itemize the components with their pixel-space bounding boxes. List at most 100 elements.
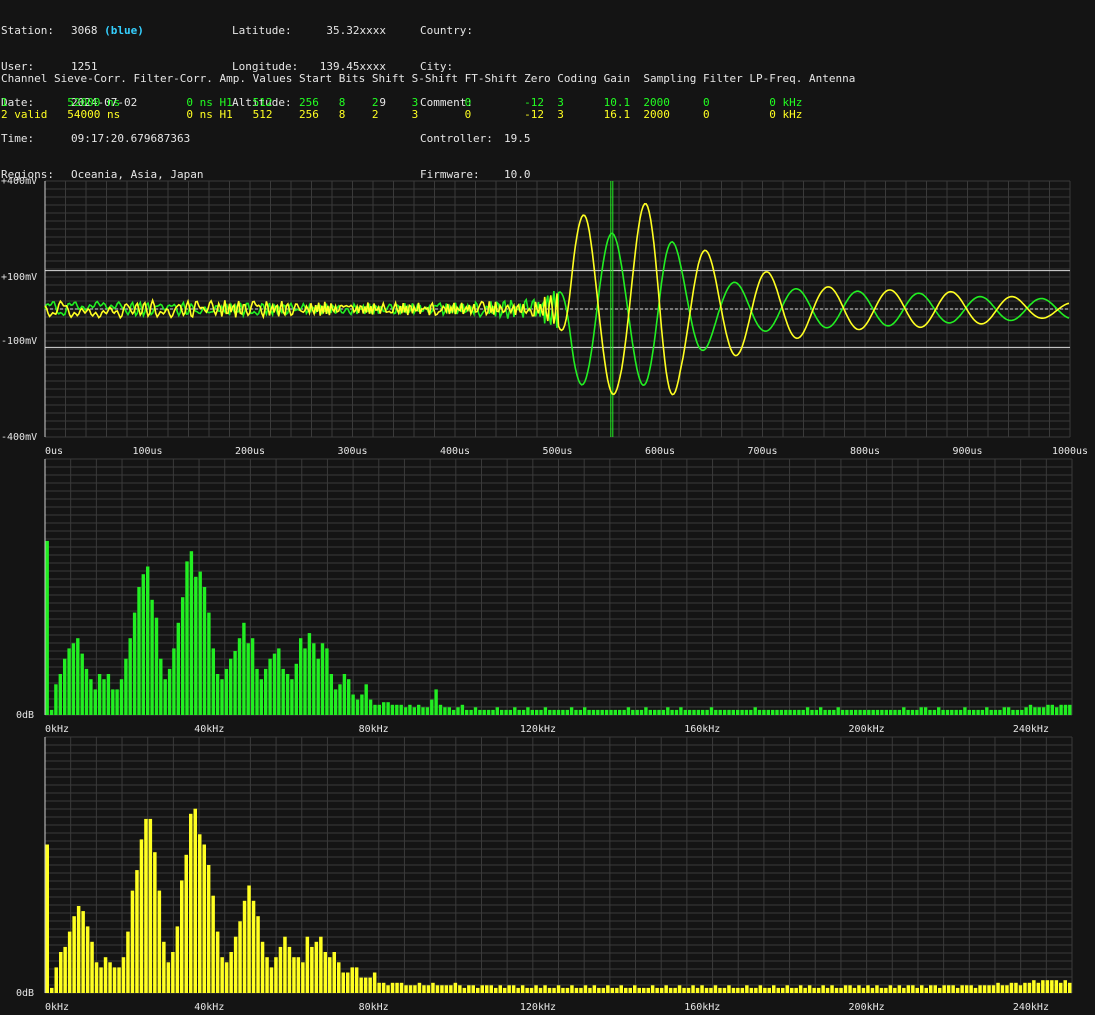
spectrum-2-bar — [287, 946, 292, 993]
spectrum-1-bar — [875, 709, 880, 715]
spectrum-2-bar — [202, 844, 206, 993]
spectrum-2-bar — [740, 987, 745, 993]
spectrum-1-bar — [980, 709, 985, 715]
spectrum-1-bar — [198, 571, 202, 715]
spectrum-1-x-tick-label: 80kHz — [359, 724, 389, 735]
spectrum-1-bar — [958, 709, 963, 715]
spectrum-1-bar — [1002, 707, 1006, 715]
spectrum-1-x-tick-label: 240kHz — [1013, 724, 1049, 735]
spectrum-1-bar — [810, 709, 814, 715]
spectrum-1-bar — [548, 709, 552, 715]
spectrum-2-bar — [556, 985, 561, 993]
wave-x-tick-label: 200us — [235, 446, 265, 457]
spectrum-1-bar — [718, 709, 722, 715]
spectrum-1-bar — [63, 658, 67, 715]
spectrum-1-bar — [972, 709, 976, 715]
spectrum-1-bar — [425, 707, 430, 715]
spectrum-1-bar — [513, 707, 517, 715]
spectrum-2-bar — [377, 982, 381, 993]
spectrum-1-bar — [207, 612, 211, 715]
spectrum-1-bar — [1063, 704, 1068, 715]
spectrum-2-bar — [938, 987, 942, 993]
spectrum-2-bar — [485, 985, 489, 993]
spectrum-1-bar — [661, 709, 666, 715]
spectrum-2-bar — [99, 967, 103, 993]
spectrum-1-bar — [316, 658, 320, 715]
spectrum-1-bar — [709, 707, 714, 715]
spectrum-2-bar — [381, 982, 386, 993]
spectrum-1-bar — [543, 707, 548, 715]
spectrum-1-bar — [430, 699, 434, 715]
spectrum-2-bar — [574, 987, 579, 993]
spectrum-1-bar — [836, 707, 840, 715]
spectrum-1-bar — [264, 668, 268, 715]
spectrum-2-bar — [489, 985, 493, 993]
wave-y-tick-label: -100mV — [1, 336, 37, 347]
spectrum-1-bar — [128, 638, 132, 715]
spectrum-2-bar — [727, 985, 731, 993]
spectrum-2-bar — [637, 987, 641, 993]
spectrum-2-bar — [852, 987, 857, 993]
spectrum-1-bar — [80, 653, 84, 715]
spectrum-2-bar — [363, 977, 368, 993]
spectrum-1-bar — [355, 699, 360, 715]
spectrum-2-bar — [601, 987, 606, 993]
spectrum-1-bar — [508, 709, 513, 715]
spectrum-2-bar — [718, 987, 722, 993]
spectrum-2-bar — [189, 813, 193, 993]
spectrum-1-bar — [779, 709, 784, 715]
spectrum-1-bar — [395, 704, 399, 715]
spectrum-2-bar — [121, 957, 126, 993]
spectrum-2-bar — [175, 926, 180, 993]
spectrum-2-bar — [781, 987, 785, 993]
spectrum-2-bar — [422, 985, 426, 993]
spectrum-2-bar — [494, 987, 498, 993]
spectrum-1-bar — [333, 689, 338, 715]
spectrum-1-bar — [167, 668, 172, 715]
spectrum-2-bar — [171, 952, 175, 993]
spectrum-1-bar — [181, 597, 185, 715]
spectrum-1-bar — [307, 633, 312, 715]
spectrum-2-bar — [1032, 980, 1036, 993]
spectrum-2-bar — [709, 987, 713, 993]
spectrum-2-bar — [215, 931, 220, 993]
spectrum-2-bar — [1059, 982, 1063, 993]
spectrum-1-x-tick-label: 160kHz — [684, 724, 720, 735]
spectrum-1-bar — [626, 707, 631, 715]
spectrum-2-bar — [893, 987, 897, 993]
spectrum-1-bar — [403, 707, 408, 715]
spectrum-1-bar — [500, 709, 504, 715]
spectrum-1-bar — [373, 704, 377, 715]
spectrum-1-bar — [486, 709, 491, 715]
spectrum-1-bar — [814, 709, 819, 715]
spectrum-1-bar — [229, 658, 233, 715]
spectrum-2-bar — [1014, 982, 1018, 993]
spectrum-1-bar — [255, 668, 259, 715]
spectrum-2-bar — [552, 987, 556, 993]
plots-canvas: +400mV +100mV -100mV -400mV 0us 100us 200us 300… — [1, 176, 1088, 1013]
spectrum-1-bar — [919, 707, 923, 715]
spectrum-2-bar — [942, 985, 946, 993]
wave-x-tick-label: 400us — [440, 446, 470, 457]
spectrum-1-bar — [906, 709, 910, 715]
spectrum-2-bar — [206, 865, 211, 993]
spectrum-1-x-tick-label: 120kHz — [520, 724, 556, 735]
spectrum-2-bar — [588, 987, 592, 993]
spectrum-1-bar — [1059, 704, 1063, 715]
spectrum-2-bar — [1027, 982, 1032, 993]
spectrum-1-bar — [880, 709, 884, 715]
spectrum-1-bar — [775, 709, 779, 715]
spectrum-2-bar — [310, 946, 314, 993]
spectrum-2-bar — [59, 952, 63, 993]
spectrum-2-bar — [547, 987, 552, 993]
spectrum-2-bar — [592, 985, 597, 993]
spectrum-1-bar — [185, 561, 189, 715]
spectrum-1-bar — [124, 658, 128, 715]
spectrum-2-bar — [305, 936, 310, 993]
spectrum-1-bar — [552, 709, 556, 715]
spectrum-1-bar — [1046, 704, 1050, 715]
spectrum-2-bar — [54, 967, 58, 993]
spectrum-2-bar — [444, 985, 449, 993]
spectrum-2-bar — [803, 987, 807, 993]
spectrum-1-bar — [67, 648, 71, 715]
